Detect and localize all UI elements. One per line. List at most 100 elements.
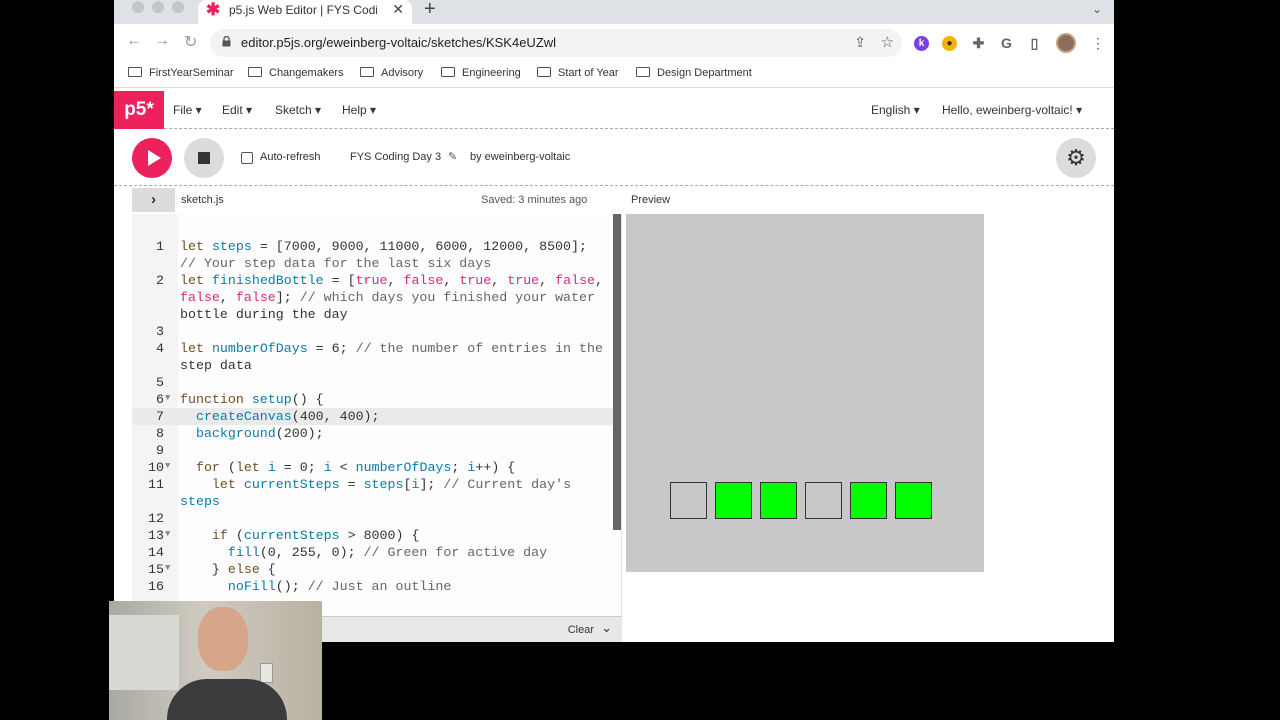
line-text: } else {	[180, 562, 276, 577]
p5-favicon-icon: ✱	[206, 0, 221, 19]
line-text: bottle during the day	[180, 307, 348, 322]
extension-k-icon[interactable]: k	[914, 36, 929, 51]
language-menu[interactable]: English ▾	[871, 103, 920, 117]
folder-icon	[537, 67, 551, 77]
fold-arrow-icon[interactable]: ▼	[165, 526, 170, 543]
share-icon[interactable]: ⇪	[854, 34, 866, 51]
code-line[interactable]: bottle during the day	[132, 306, 621, 323]
forward-icon[interactable]: →	[154, 32, 170, 50]
code-line[interactable]: 8 background(200);	[132, 425, 621, 442]
sketch-toolbar: Auto-refresh FYS Coding Day 3 ✎ by ewein…	[114, 130, 1114, 186]
code-line[interactable]: 10 ▼ for (let i = 0; i < numberOfDays; i+…	[132, 458, 621, 476]
new-tab-icon[interactable]: +	[424, 0, 436, 21]
side-panel-icon[interactable]: ▯	[1027, 36, 1042, 51]
editor-scrollbar[interactable]	[613, 214, 621, 530]
code-line[interactable]: 16 noFill(); // Just an outline	[132, 578, 621, 595]
account-menu[interactable]: Hello, eweinberg-voltaic! ▾	[942, 103, 1082, 117]
line-number: 15	[148, 562, 164, 577]
code-line[interactable]: false, false]; // which days you finishe…	[132, 289, 621, 306]
code-editor[interactable]: 1 let steps = [7000, 9000, 11000, 6000, 1…	[132, 214, 622, 616]
code-line[interactable]: 14 fill(0, 255, 0); // Green for active …	[132, 544, 621, 561]
line-text: createCanvas(400, 400);	[195, 409, 380, 424]
bookmark-folder[interactable]: Design Department	[636, 67, 752, 79]
line-text: let numberOfDays = 6; // the number of e…	[180, 341, 603, 356]
bookmark-star-icon[interactable]: ☆	[881, 33, 894, 51]
day-square-active	[760, 482, 797, 519]
fold-arrow-icon[interactable]: ▼	[165, 560, 170, 577]
menu-edit[interactable]: Edit ▾	[222, 103, 252, 117]
reload-icon[interactable]: ↻	[184, 32, 197, 52]
bookmarks-bar: FirstYearSeminar Changemakers Advisory E…	[114, 62, 1114, 88]
back-icon[interactable]: ←	[126, 32, 142, 50]
code-line[interactable]: step data	[132, 357, 621, 374]
line-text: background(200);	[195, 426, 324, 441]
line-number: 12	[148, 511, 164, 526]
line-number: 11	[148, 477, 164, 492]
bookmark-folder[interactable]: Advisory	[360, 67, 423, 79]
code-line[interactable]: 4 let numberOfDays = 6; // the number of …	[132, 340, 621, 357]
preview-canvas[interactable]	[626, 214, 984, 572]
fold-arrow-icon[interactable]: ▼	[165, 390, 170, 407]
code-line[interactable]: 7 createCanvas(400, 400);	[132, 408, 621, 425]
code-line[interactable]: 1 let steps = [7000, 9000, 11000, 6000, 1…	[132, 238, 621, 255]
p5-nav-bar: p5* File ▾ Edit ▾ Sketch ▾ Help ▾ Englis…	[114, 91, 1114, 129]
bookmark-folder[interactable]: FirstYearSeminar	[128, 67, 234, 79]
console-clear-button[interactable]: Clear	[568, 624, 594, 636]
sketch-name[interactable]: FYS Coding Day 3	[350, 151, 441, 163]
code-line[interactable]: 13 ▼ if (currentSteps > 8000) {	[132, 526, 621, 544]
collapse-console-chevron-icon[interactable]: ⌄	[601, 620, 612, 636]
code-line[interactable]: 3	[132, 323, 621, 340]
bookmark-folder[interactable]: Changemakers	[248, 67, 344, 79]
zoom-window-dot[interactable]	[172, 1, 184, 13]
tab-search-chevron-icon[interactable]: ⌄	[1092, 2, 1102, 16]
play-button[interactable]	[132, 138, 172, 178]
presenter-head	[198, 607, 248, 671]
code-line[interactable]: 12	[132, 510, 621, 527]
line-text: noFill(); // Just an outline	[227, 579, 452, 594]
sketch-owner: by eweinberg-voltaic	[470, 151, 571, 163]
edit-pencil-icon[interactable]: ✎	[448, 150, 457, 163]
line-number: 5	[156, 375, 164, 390]
close-window-dot[interactable]	[132, 1, 144, 13]
line-number: 4	[156, 341, 164, 356]
fold-arrow-icon[interactable]: ▼	[165, 458, 170, 475]
code-line[interactable]: 6 ▼ function setup() {	[132, 390, 621, 408]
menu-sketch[interactable]: Sketch ▾	[275, 103, 321, 117]
code-line[interactable]: steps	[132, 493, 621, 510]
google-icon[interactable]: G	[999, 36, 1014, 51]
code-line[interactable]: 11 let currentSteps = steps[i]; // Curre…	[132, 476, 621, 493]
lock-icon	[222, 36, 231, 47]
browser-tab[interactable]: ✱ p5.js Web Editor | FYS Coding ✕	[198, 0, 412, 24]
tab-strip: ✱ p5.js Web Editor | FYS Coding ✕ + ⌄	[114, 0, 1114, 24]
auto-refresh-checkbox[interactable]	[241, 152, 253, 164]
folder-icon	[360, 67, 374, 77]
line-number: 8	[156, 426, 164, 441]
line-number: 13	[148, 528, 164, 543]
code-line[interactable]: 2 let finishedBottle = [true, false, true…	[132, 272, 621, 289]
preview-label: Preview	[631, 194, 671, 206]
day-square-active	[895, 482, 932, 519]
stop-button[interactable]	[184, 138, 224, 178]
line-text: fill(0, 255, 0); // Green for active day	[227, 545, 548, 560]
line-text: for (let i = 0; i < numberOfDays; i++) {	[195, 460, 516, 475]
day-square-active	[850, 482, 887, 519]
address-bar[interactable]: editor.p5js.org/eweinberg-voltaic/sketch…	[210, 29, 902, 57]
menu-help[interactable]: Help ▾	[342, 103, 376, 117]
extension-bear-icon[interactable]: ●	[942, 36, 957, 51]
code-line[interactable]: // Your step data for the last six days	[132, 255, 621, 272]
browser-menu-icon[interactable]: ⋮	[1091, 35, 1105, 52]
extensions-puzzle-icon[interactable]: ✚	[971, 36, 986, 51]
profile-avatar[interactable]	[1056, 33, 1076, 53]
expand-sidebar-chevron-icon[interactable]: ›	[132, 188, 175, 212]
p5-logo[interactable]: p5*	[114, 91, 164, 129]
close-tab-icon[interactable]: ✕	[392, 1, 404, 18]
settings-gear-icon[interactable]: ⚙	[1056, 138, 1096, 178]
bookmark-folder[interactable]: Engineering	[441, 67, 521, 79]
code-line[interactable]: 15 ▼ } else {	[132, 560, 621, 578]
code-line[interactable]: 9	[132, 442, 621, 459]
bookmark-folder[interactable]: Start of Year	[537, 67, 619, 79]
menu-file[interactable]: File ▾	[173, 103, 202, 117]
line-number: 10	[148, 460, 164, 475]
minimize-window-dot[interactable]	[152, 1, 164, 13]
code-line[interactable]: 5	[132, 374, 621, 391]
